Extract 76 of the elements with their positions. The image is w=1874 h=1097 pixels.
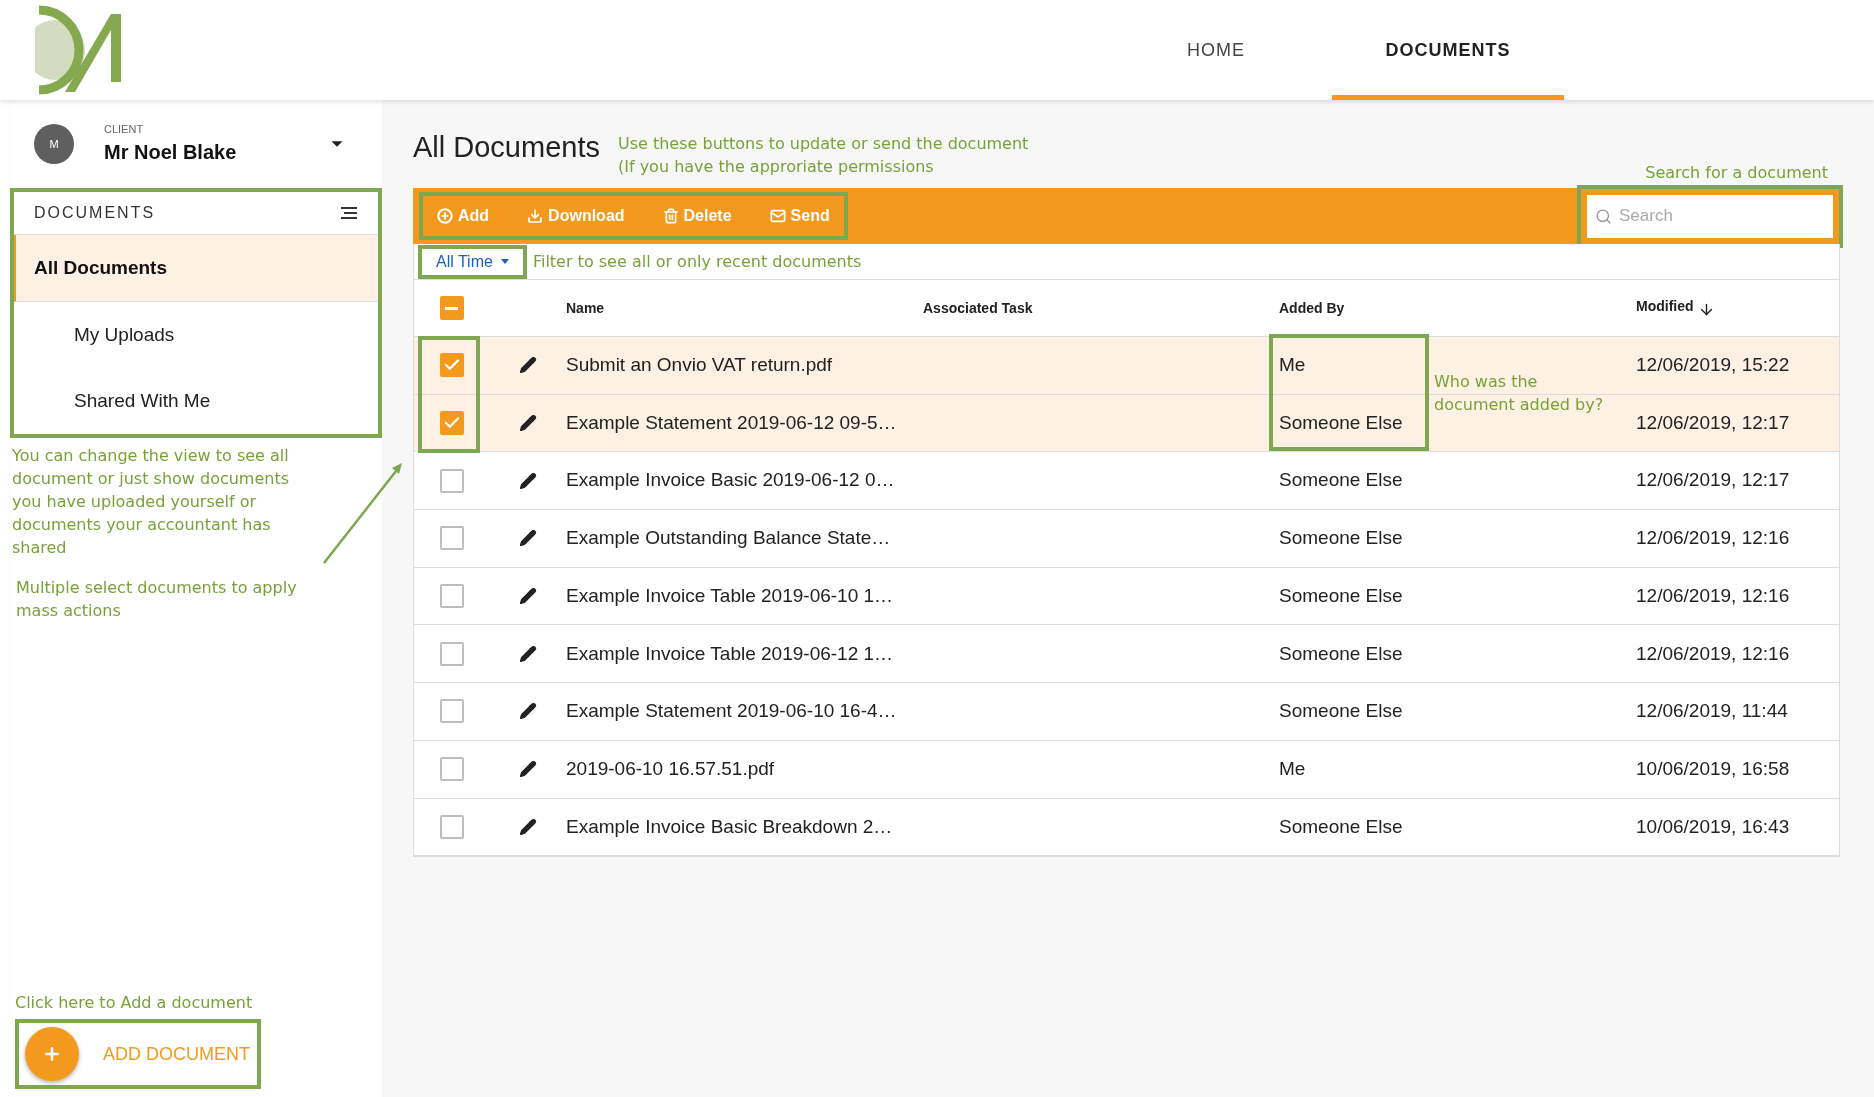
table-cell-text: 12/06/2019, 12:16 — [1636, 526, 1791, 551]
select-all-checkbox[interactable] — [439, 296, 464, 320]
client-caption: CLIENT — [104, 121, 145, 137]
sidebar-item[interactable]: My Uploads — [14, 302, 378, 369]
annotation-note: Use these buttons to update or send the document (If you have the approriate permissions — [617, 133, 1029, 178]
sidebar-item[interactable]: All Documents — [14, 235, 378, 303]
row-checkbox[interactable] — [439, 699, 464, 724]
table-cell-text: 12/06/2019, 12:17 — [1636, 468, 1791, 493]
search-icon — [1595, 207, 1612, 225]
edit-icon[interactable] — [518, 702, 537, 721]
column-header[interactable]: Modified — [1636, 295, 1694, 317]
table-cell-text: Example Outstanding Balance State… — [566, 526, 892, 551]
table-cell-text: Example Invoice Table 2019-06-10 1… — [566, 583, 895, 608]
column-header[interactable]: Added By — [1279, 297, 1345, 319]
minus-icon — [445, 306, 458, 310]
nav-tab[interactable]: HOME — [1100, 0, 1332, 100]
sidebar-item[interactable]: Shared With Me — [14, 368, 378, 434]
row-checkbox[interactable] — [439, 526, 464, 551]
section-title: DOCUMENTS — [34, 203, 156, 224]
list-icon[interactable] — [340, 206, 358, 221]
row-checkbox[interactable] — [439, 584, 464, 609]
annotation-note: Who was the document added by? — [1434, 371, 1604, 416]
table-cell-text: 12/06/2019, 11:44 — [1636, 699, 1789, 724]
table-cell-text: 12/06/2019, 12:16 — [1636, 583, 1791, 608]
annotation-note: Multiple select documents to apply mass actions — [15, 577, 298, 622]
table-cell-text: Someone Else — [1279, 699, 1404, 724]
download-icon — [527, 208, 544, 224]
edit-icon[interactable] — [518, 529, 537, 548]
plus-icon — [42, 1044, 62, 1064]
table-cell-text: Me — [1279, 353, 1307, 378]
edit-icon[interactable] — [518, 644, 537, 663]
table-cell-text: Someone Else — [1279, 526, 1404, 551]
table-cell-text: Example Invoice Table 2019-06-12 1… — [566, 641, 895, 666]
edit-icon[interactable] — [518, 471, 537, 490]
table-cell-text: Submit an Onvio VAT return.pdf — [566, 353, 834, 378]
table-cell-text: 10/06/2019, 16:58 — [1636, 756, 1791, 781]
table-cell-text: 2019-06-10 16.57.51.pdf — [566, 756, 776, 781]
table-cell-text: 10/06/2019, 16:43 — [1636, 814, 1791, 839]
table-cell-text: Someone Else — [1279, 641, 1404, 666]
table-cell-text: 12/06/2019, 12:17 — [1636, 410, 1791, 435]
annotation-note: Search for a document — [1645, 162, 1828, 184]
table-cell-text: Someone Else — [1279, 583, 1404, 608]
edit-icon[interactable] — [518, 414, 537, 433]
column-header[interactable]: Name — [566, 297, 605, 319]
row-checkbox[interactable] — [439, 353, 464, 378]
column-header[interactable]: Associated Task — [923, 297, 1033, 319]
edit-icon[interactable] — [518, 817, 537, 836]
edit-icon[interactable] — [518, 356, 537, 375]
page-title: All Documents — [413, 130, 600, 165]
row-checkbox[interactable] — [439, 641, 464, 666]
row-checkbox[interactable] — [439, 411, 464, 436]
table-cell-text: Me — [1279, 756, 1307, 781]
trash-icon — [662, 208, 679, 224]
table-cell-text: 12/06/2019, 15:22 — [1636, 353, 1791, 378]
annotation-note: Click here to Add a document — [15, 992, 254, 1014]
add-icon — [437, 208, 453, 224]
table-cell-text: Example Statement 2019-06-10 16-4… — [566, 699, 898, 724]
client-name: Mr Noel Blake — [104, 140, 237, 166]
table-cell-text: Someone Else — [1279, 410, 1404, 435]
client-avatar: M — [34, 124, 74, 164]
envelope-icon — [769, 208, 786, 224]
edit-icon[interactable] — [518, 587, 537, 606]
annotation-note: Filter to see all or only recent documents — [532, 250, 862, 273]
row-checkbox[interactable] — [439, 757, 464, 782]
table-cell-text: Example Invoice Basic 2019-06-12 0… — [566, 468, 896, 493]
search-field[interactable]: Search — [1585, 192, 1835, 240]
table-cell-text: Someone Else — [1279, 468, 1404, 493]
edit-icon[interactable] — [518, 760, 537, 779]
row-checkbox[interactable] — [439, 814, 464, 839]
table-cell-text: 12/06/2019, 12:16 — [1636, 641, 1791, 666]
table-cell-text: Example Statement 2019-06-12 09-5… — [566, 410, 898, 435]
table-cell-text: Someone Else — [1279, 814, 1404, 839]
row-checkbox[interactable] — [439, 468, 464, 493]
caret-icon — [500, 259, 509, 264]
annotation-note: You can change the view to see all document or just show documents you have uploaded yourself or documents your accountant has shared — [11, 445, 291, 559]
table-cell-text: Example Invoice Basic Breakdown 2… — [566, 814, 894, 839]
